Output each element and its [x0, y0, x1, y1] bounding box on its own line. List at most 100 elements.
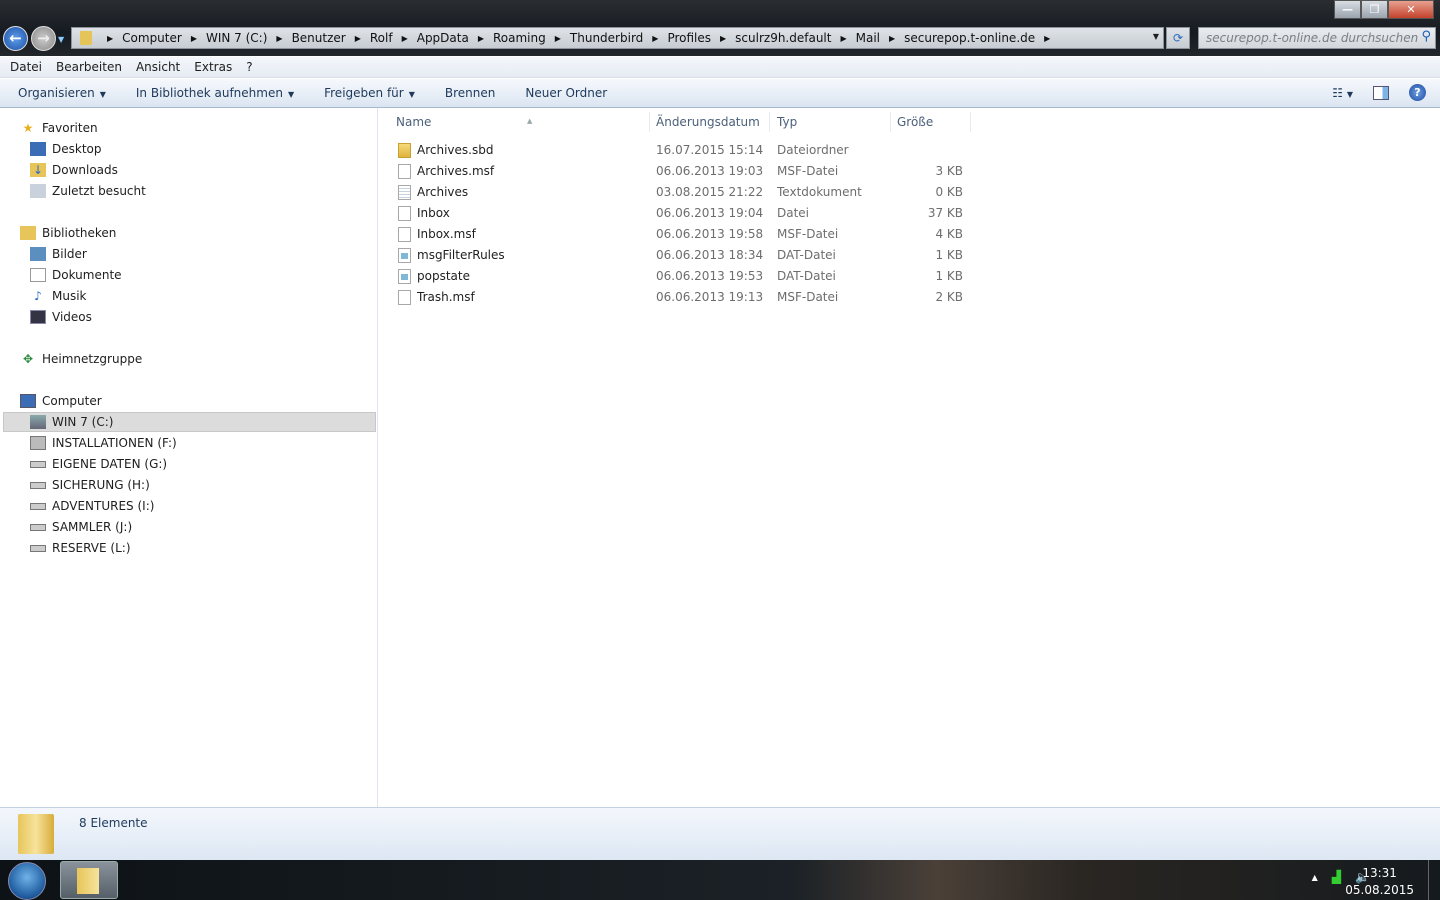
nav-drive-h[interactable]: SICHERUNG (H:)	[30, 475, 150, 495]
show-desktop-button[interactable]	[1428, 860, 1440, 900]
nav-label: Musik	[52, 289, 87, 303]
breadcrumb-item[interactable]: Mail	[856, 31, 880, 45]
file-row[interactable]: Trash.msf 06.06.2013 19:13 MSF-Datei 2 K…	[397, 287, 967, 307]
nav-desktop[interactable]: Desktop	[30, 139, 102, 159]
network-icon[interactable]: ▟	[1332, 870, 1341, 884]
search-icon[interactable]: ⚲	[1421, 29, 1431, 44]
nav-pictures[interactable]: Bilder	[30, 244, 87, 264]
file-row[interactable]: Inbox.msf 06.06.2013 19:58 MSF-Datei 4 K…	[397, 224, 967, 244]
refresh-button[interactable]: ⟳	[1166, 27, 1190, 49]
chevron-right-icon[interactable]: ▶	[889, 34, 895, 43]
nav-music[interactable]: ♪ Musik	[30, 286, 87, 306]
restore-button[interactable]: ❐	[1361, 0, 1388, 19]
breadcrumb-item[interactable]: Thunderbird	[570, 31, 643, 45]
new-folder-button[interactable]: Neuer Ordner	[525, 86, 607, 100]
chevron-right-icon[interactable]: ▶	[652, 34, 658, 43]
nav-libraries[interactable]: Bibliotheken	[20, 223, 116, 243]
include-library-button[interactable]: In Bibliothek aufnehmen ▼	[136, 86, 294, 100]
chevron-right-icon[interactable]: ▶	[107, 34, 113, 43]
search-input[interactable]: securepop.t-online.de durchsuchen ⚲	[1198, 27, 1436, 49]
file-row[interactable]: Archives 03.08.2015 21:22 Textdokument 0…	[397, 182, 967, 202]
sort-ascending-icon: ▲	[527, 117, 533, 125]
chevron-right-icon[interactable]: ▶	[191, 34, 197, 43]
share-button[interactable]: Freigeben für ▼	[324, 86, 415, 100]
organize-label: Organisieren	[18, 86, 95, 100]
computer-icon	[20, 394, 36, 408]
close-button[interactable]: ✕	[1388, 0, 1434, 19]
nav-drive-c[interactable]: WIN 7 (C:)	[3, 412, 376, 432]
nav-label: SICHERUNG (H:)	[52, 478, 150, 492]
nav-videos[interactable]: Videos	[30, 307, 92, 327]
forward-button[interactable]: →	[31, 26, 56, 51]
help-icon[interactable]: ?	[1409, 84, 1426, 101]
chevron-down-icon: ▼	[99, 90, 106, 99]
nav-downloads[interactable]: ↓ Downloads	[30, 160, 118, 180]
nav-label: Bilder	[52, 247, 87, 261]
file-list: Name ▲ Änderungsdatum Typ Größe Archives.…	[379, 108, 1440, 807]
column-header-name[interactable]: Name ▲	[390, 112, 650, 132]
clock[interactable]: 13:31 05.08.2015	[1345, 865, 1414, 899]
nav-label: Dokumente	[52, 268, 122, 282]
breadcrumb-item[interactable]: AppData	[417, 31, 469, 45]
nav-label: Zuletzt besucht	[52, 184, 146, 198]
chevron-right-icon[interactable]: ▶	[1044, 34, 1050, 43]
breadcrumb-item[interactable]: WIN 7 (C:)	[206, 31, 267, 45]
menu-bearbeiten[interactable]: Bearbeiten	[56, 60, 122, 74]
search-placeholder: securepop.t-online.de durchsuchen	[1206, 31, 1419, 45]
organize-button[interactable]: Organisieren ▼	[18, 86, 106, 100]
file-type: MSF-Datei	[777, 290, 839, 304]
show-hidden-icons-icon[interactable]: ▲	[1312, 873, 1318, 882]
chevron-right-icon[interactable]: ▶	[478, 34, 484, 43]
nav-drive-j[interactable]: SAMMLER (J:)	[30, 517, 132, 537]
menu-datei[interactable]: Datei	[10, 60, 42, 74]
file-row[interactable]: Archives.msf 06.06.2013 19:03 MSF-Datei …	[397, 161, 967, 181]
address-dropdown-icon[interactable]: ▼	[1153, 32, 1159, 41]
nav-recent[interactable]: Zuletzt besucht	[30, 181, 146, 201]
view-options-icon[interactable]: ☷ ▼	[1332, 86, 1353, 100]
nav-drive-i[interactable]: ADVENTURES (I:)	[30, 496, 154, 516]
share-label: Freigeben für	[324, 86, 404, 100]
file-row[interactable]: msgFilterRules 06.06.2013 18:34 DAT-Date…	[397, 245, 967, 265]
chevron-right-icon[interactable]: ▶	[555, 34, 561, 43]
nav-label: Computer	[42, 394, 102, 408]
nav-documents[interactable]: Dokumente	[30, 265, 122, 285]
file-type: DAT-Datei	[777, 269, 836, 283]
file-icon	[398, 185, 411, 200]
menu-help[interactable]: ?	[246, 60, 252, 74]
breadcrumb-item[interactable]: securepop.t-online.de	[904, 31, 1035, 45]
address-bar[interactable]: ▶ Computer ▶ WIN 7 (C:) ▶ Benutzer ▶ Rolf ▶ AppDa…	[71, 27, 1164, 49]
history-dropdown-icon[interactable]: ▼	[58, 35, 64, 44]
nav-computer[interactable]: Computer	[20, 391, 102, 411]
file-row[interactable]: Inbox 06.06.2013 19:04 Datei 37 KB	[397, 203, 967, 223]
chevron-right-icon[interactable]: ▶	[720, 34, 726, 43]
chevron-right-icon[interactable]: ▶	[276, 34, 282, 43]
nav-drive-l[interactable]: RESERVE (L:)	[30, 538, 131, 558]
column-header-size[interactable]: Größe	[891, 112, 971, 132]
file-name: Archives.sbd	[417, 143, 494, 157]
breadcrumb-item[interactable]: Roaming	[493, 31, 546, 45]
nav-drive-g[interactable]: EIGENE DATEN (G:)	[30, 454, 167, 474]
breadcrumb-item[interactable]: Rolf	[370, 31, 393, 45]
start-button[interactable]	[8, 862, 46, 900]
back-button[interactable]: ←	[3, 26, 28, 51]
breadcrumb-item[interactable]: Profiles	[667, 31, 711, 45]
breadcrumb-item[interactable]: Computer	[122, 31, 182, 45]
burn-button[interactable]: Brennen	[445, 86, 495, 100]
chevron-right-icon[interactable]: ▶	[840, 34, 846, 43]
preview-pane-icon[interactable]	[1373, 85, 1389, 100]
breadcrumb-item[interactable]: sculrz9h.default	[735, 31, 831, 45]
file-row[interactable]: popstate 06.06.2013 19:53 DAT-Datei 1 KB	[397, 266, 967, 286]
minimize-button[interactable]: —	[1334, 0, 1361, 19]
menu-ansicht[interactable]: Ansicht	[136, 60, 180, 74]
file-row[interactable]: Archives.sbd 16.07.2015 15:14 Dateiordne…	[397, 140, 967, 160]
taskbar-explorer-button[interactable]	[60, 861, 118, 899]
nav-homegroup[interactable]: ✥ Heimnetzgruppe	[20, 349, 142, 369]
column-header-type[interactable]: Typ	[771, 112, 891, 132]
menu-extras[interactable]: Extras	[194, 60, 232, 74]
nav-drive-f[interactable]: INSTALLATIONEN (F:)	[30, 433, 177, 453]
chevron-right-icon[interactable]: ▶	[355, 34, 361, 43]
chevron-right-icon[interactable]: ▶	[402, 34, 408, 43]
nav-favorites[interactable]: ★ Favoriten	[20, 118, 98, 138]
column-header-date[interactable]: Änderungsdatum	[650, 112, 770, 132]
breadcrumb-item[interactable]: Benutzer	[292, 31, 346, 45]
